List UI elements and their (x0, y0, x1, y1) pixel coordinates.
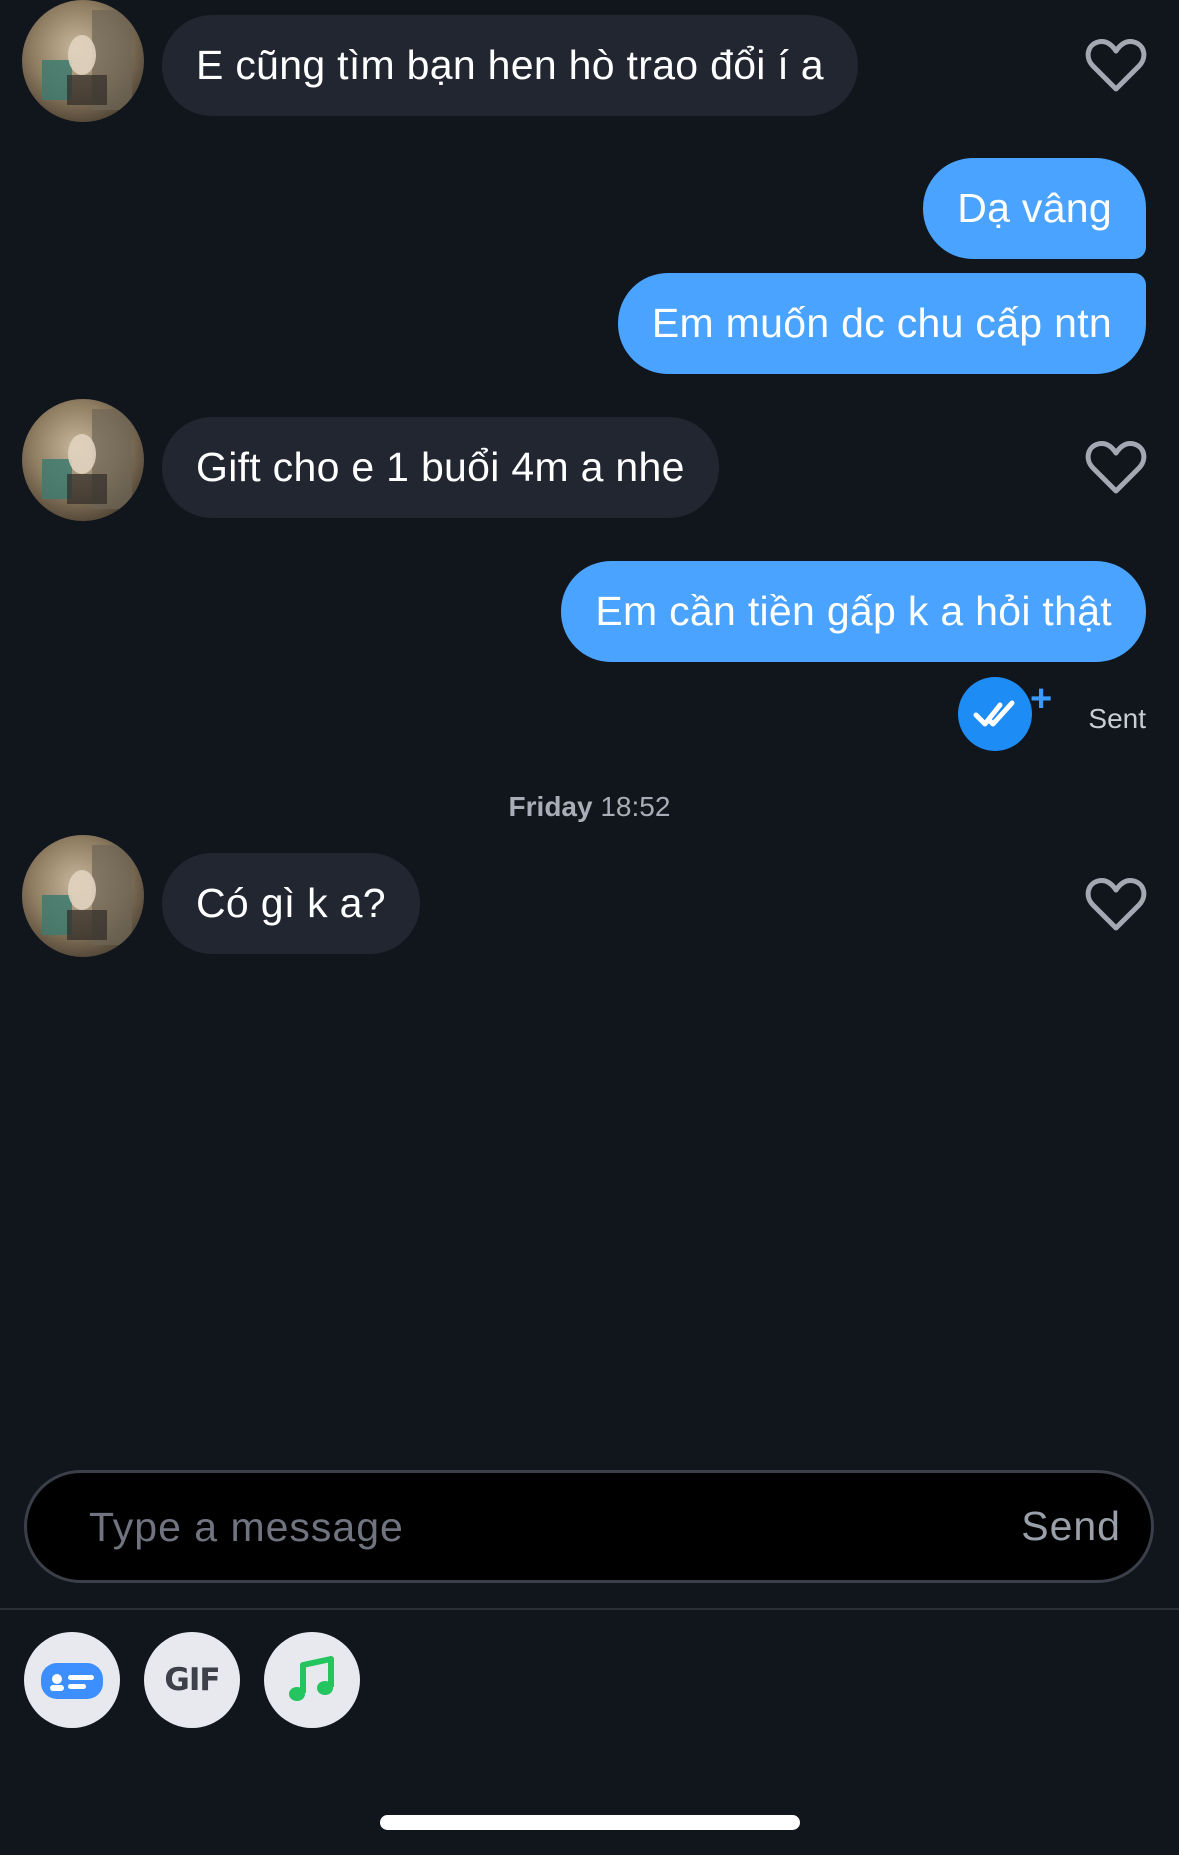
message-text: Em cần tiền gấp k a hỏi thật (595, 588, 1112, 634)
message-text: Có gì k a? (196, 880, 386, 926)
message-bubble-incoming[interactable]: Gift cho e 1 buổi 4m a nhe (162, 417, 719, 518)
avatar-photo (42, 10, 132, 110)
heart-icon[interactable] (1085, 38, 1147, 94)
avatar-photo (42, 409, 132, 509)
heart-icon[interactable] (1085, 440, 1147, 496)
message-text: Dạ vâng (957, 185, 1112, 231)
avatar[interactable] (22, 0, 144, 122)
gif-label: GIF (164, 1662, 220, 1698)
sent-status: Sent (1088, 703, 1146, 734)
plus-icon[interactable]: + (1030, 680, 1052, 718)
avatar-photo (42, 845, 132, 945)
music-note-icon (289, 1656, 334, 1701)
message-composer: Send (24, 1470, 1154, 1583)
message-text: E cũng tìm bạn hen hò trao đổi í a (196, 42, 824, 88)
card-sticker-button[interactable] (24, 1632, 120, 1728)
message-input[interactable] (87, 1473, 911, 1582)
timestamp-time: 18:52 (600, 791, 671, 822)
avatar[interactable] (22, 399, 144, 521)
gif-button[interactable]: GIF (144, 1632, 240, 1728)
message-text: Gift cho e 1 buổi 4m a nhe (196, 444, 685, 490)
avatar[interactable] (22, 835, 144, 957)
toolbar-divider (0, 1608, 1179, 1610)
id-card-icon (41, 1663, 103, 1699)
timestamp-divider: Friday 18:52 (0, 791, 1179, 823)
message-bubble-outgoing[interactable]: Em muốn dc chu cấp ntn (617, 273, 1146, 374)
message-bubble-outgoing[interactable]: Em cần tiền gấp k a hỏi thật (561, 561, 1146, 662)
message-bubble-incoming[interactable]: Có gì k a? (162, 853, 420, 954)
heart-icon[interactable] (1085, 877, 1147, 933)
music-button[interactable] (264, 1632, 360, 1728)
message-bubble-incoming[interactable]: E cũng tìm bạn hen hò trao đổi í a (162, 15, 858, 116)
message-text: Em muốn dc chu cấp ntn (651, 300, 1112, 346)
double-check-icon (973, 700, 1015, 727)
home-indicator (380, 1815, 800, 1830)
message-bubble-outgoing[interactable]: Dạ vâng (923, 158, 1146, 259)
send-button[interactable]: Send (1021, 1473, 1121, 1580)
timestamp-day: Friday (508, 791, 593, 822)
read-receipt-badge[interactable] (958, 677, 1032, 751)
